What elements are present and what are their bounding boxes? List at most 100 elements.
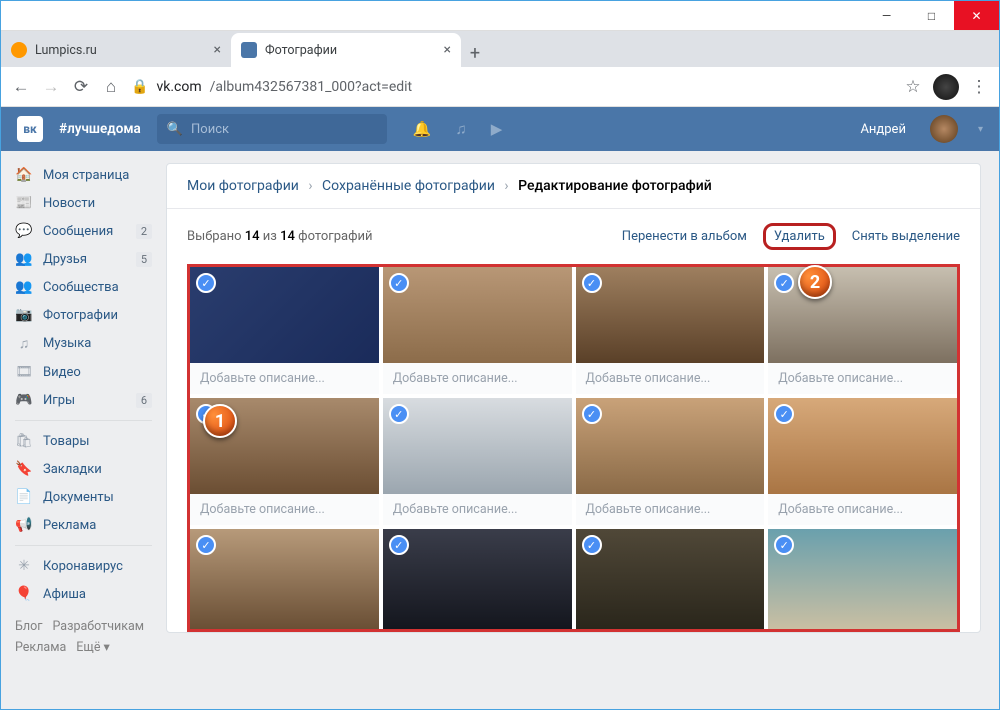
sidebar-item-news[interactable]: 📰Новости xyxy=(7,189,160,217)
sidebar-item-label: Сообщества xyxy=(43,280,119,295)
delete-link-highlighted[interactable]: Удалить xyxy=(763,223,836,250)
footer-link-ads[interactable]: Реклама xyxy=(15,640,66,655)
tab-close-icon[interactable]: × xyxy=(214,42,221,58)
photo-card[interactable]: ✓ Добавьте описание... xyxy=(383,398,572,525)
description-input[interactable]: Добавьте описание... xyxy=(576,363,765,394)
vk-hashtag[interactable]: #лучшедома xyxy=(59,121,141,137)
description-input[interactable]: Добавьте описание... xyxy=(768,363,957,394)
sidebar-item-label: Музыка xyxy=(43,336,91,351)
url-host: vk.com xyxy=(156,79,201,95)
favicon-icon xyxy=(241,42,257,58)
sidebar-item-games[interactable]: 🎮Игры6 xyxy=(7,386,160,414)
photo-card[interactable]: ✓ Добавьте описание... xyxy=(190,267,379,394)
sidebar-item-bookmarks[interactable]: 🔖 Закладки xyxy=(7,455,160,483)
video-icon: 🎞 xyxy=(15,364,33,380)
browser-tabstrip: Lumpics.ru × Фотографии × + xyxy=(1,31,999,67)
sidebar-item-covid[interactable]: ✳Коронавирус xyxy=(7,552,160,580)
home-button[interactable]: ⌂ xyxy=(101,77,121,97)
browser-tab[interactable]: Lumpics.ru × xyxy=(1,33,231,67)
balloon-icon: 🎈 xyxy=(15,586,33,602)
photo-card[interactable]: ✓ Добавьте описание... xyxy=(576,398,765,525)
badge: 6 xyxy=(136,393,152,408)
photo-card[interactable]: ✓ Добавьте описание... xyxy=(383,267,572,394)
window-maximize-button[interactable]: □ xyxy=(909,1,954,30)
check-icon[interactable]: ✓ xyxy=(196,535,216,555)
user-avatar[interactable] xyxy=(930,115,958,143)
check-icon[interactable]: ✓ xyxy=(582,535,602,555)
move-to-album-link[interactable]: Перенести в альбом xyxy=(622,229,747,244)
sidebar-item-profile[interactable]: 🏠Моя страница xyxy=(7,161,160,189)
bookmark-icon: 🔖 xyxy=(15,461,33,477)
sidebar-item-label: Товары xyxy=(43,434,89,449)
annotation-marker-2: 2 xyxy=(798,265,832,299)
check-icon[interactable]: ✓ xyxy=(582,273,602,293)
chevron-down-icon[interactable]: ▾ xyxy=(978,124,983,135)
music-icon[interactable]: ♫ xyxy=(456,120,467,138)
photo-card[interactable]: ✓ Добавьте описание... xyxy=(768,398,957,525)
window-close-button[interactable]: ✕ xyxy=(954,1,999,30)
sidebar-item-docs[interactable]: 📄Документы xyxy=(7,483,160,511)
camera-icon: 📷 xyxy=(15,307,33,323)
sidebar-item-messages[interactable]: 💬Сообщения2 xyxy=(7,217,160,245)
check-icon[interactable]: ✓ xyxy=(774,273,794,293)
photo-card[interactable]: ✓ xyxy=(768,529,957,629)
check-icon[interactable]: ✓ xyxy=(389,273,409,293)
tab-title: Фотографии xyxy=(265,43,337,58)
sidebar-item-label: Игры xyxy=(43,393,75,408)
sidebar-item-photos[interactable]: 📷Фотографии xyxy=(7,301,160,329)
back-button[interactable]: ← xyxy=(11,77,31,97)
description-input[interactable]: Добавьте описание... xyxy=(383,363,572,394)
description-input[interactable]: Добавьте описание... xyxy=(190,363,379,394)
divider xyxy=(15,545,152,546)
sidebar-item-music[interactable]: ♫Музыка xyxy=(7,329,160,358)
vk-logo[interactable]: вк xyxy=(17,116,43,142)
notifications-icon[interactable]: 🔔 xyxy=(413,120,432,138)
photo-card[interactable]: ✓ xyxy=(576,529,765,629)
deselect-link[interactable]: Снять выделение xyxy=(852,229,960,244)
sidebar-item-video[interactable]: 🎞Видео xyxy=(7,358,160,386)
footer-link-more[interactable]: Ещё ▾ xyxy=(76,640,110,655)
description-input[interactable]: Добавьте описание... xyxy=(383,494,572,525)
search-input[interactable]: 🔍 Поиск xyxy=(157,114,387,144)
breadcrumb-link[interactable]: Мои фотографии xyxy=(187,178,299,194)
address-bar[interactable]: 🔒 vk.com/album432567381_000?act=edit xyxy=(131,79,893,95)
browser-menu-icon[interactable]: ⋮ xyxy=(969,77,989,97)
description-input[interactable]: Добавьте описание... xyxy=(768,494,957,525)
player-icon[interactable]: ▶ xyxy=(491,120,503,138)
window-minimize-button[interactable]: — xyxy=(864,1,909,30)
document-icon: 📄 xyxy=(15,489,33,505)
check-icon[interactable]: ✓ xyxy=(389,535,409,555)
description-input[interactable]: Добавьте описание... xyxy=(190,494,379,525)
check-icon[interactable]: ✓ xyxy=(196,273,216,293)
sidebar-item-label: Закладки xyxy=(43,462,102,477)
check-icon[interactable]: ✓ xyxy=(774,535,794,555)
photo-card[interactable]: ✓ Добавьте описание... xyxy=(576,267,765,394)
reload-button[interactable]: ⟳ xyxy=(71,77,91,97)
browser-tab-active[interactable]: Фотографии × xyxy=(231,33,461,67)
tab-close-icon[interactable]: × xyxy=(444,42,451,58)
photo-card[interactable]: ✓ xyxy=(190,529,379,629)
footer-link-blog[interactable]: Блог xyxy=(15,619,42,634)
new-tab-button[interactable]: + xyxy=(461,39,489,67)
footer-link-dev[interactable]: Разработчикам xyxy=(52,619,144,634)
sidebar-item-ads[interactable]: 📢Реклама xyxy=(7,511,160,539)
sidebar-item-friends[interactable]: 👥Друзья5 xyxy=(7,245,160,273)
profile-avatar[interactable] xyxy=(933,74,959,100)
breadcrumb-link[interactable]: Сохранённые фотографии xyxy=(322,178,495,194)
photo-card[interactable]: ✓ Добавьте описание... xyxy=(768,267,957,394)
sidebar-item-market[interactable]: 🛍Товары xyxy=(7,427,160,455)
check-icon[interactable]: ✓ xyxy=(389,404,409,424)
search-placeholder: Поиск xyxy=(191,122,229,137)
check-icon[interactable]: ✓ xyxy=(582,404,602,424)
sidebar-item-groups[interactable]: 👥Сообщества xyxy=(7,273,160,301)
sidebar-item-events[interactable]: 🎈Афиша xyxy=(7,580,160,608)
forward-button[interactable]: → xyxy=(41,77,61,97)
photo-card[interactable]: ✓ xyxy=(383,529,572,629)
favicon-icon xyxy=(11,42,27,58)
user-name[interactable]: Андрей xyxy=(860,122,906,137)
check-icon[interactable]: ✓ xyxy=(774,404,794,424)
bookmark-star-icon[interactable]: ☆ xyxy=(903,77,923,97)
breadcrumb: Мои фотографии › Сохранённые фотографии … xyxy=(167,164,980,209)
chevron-right-icon: › xyxy=(504,178,508,194)
description-input[interactable]: Добавьте описание... xyxy=(576,494,765,525)
